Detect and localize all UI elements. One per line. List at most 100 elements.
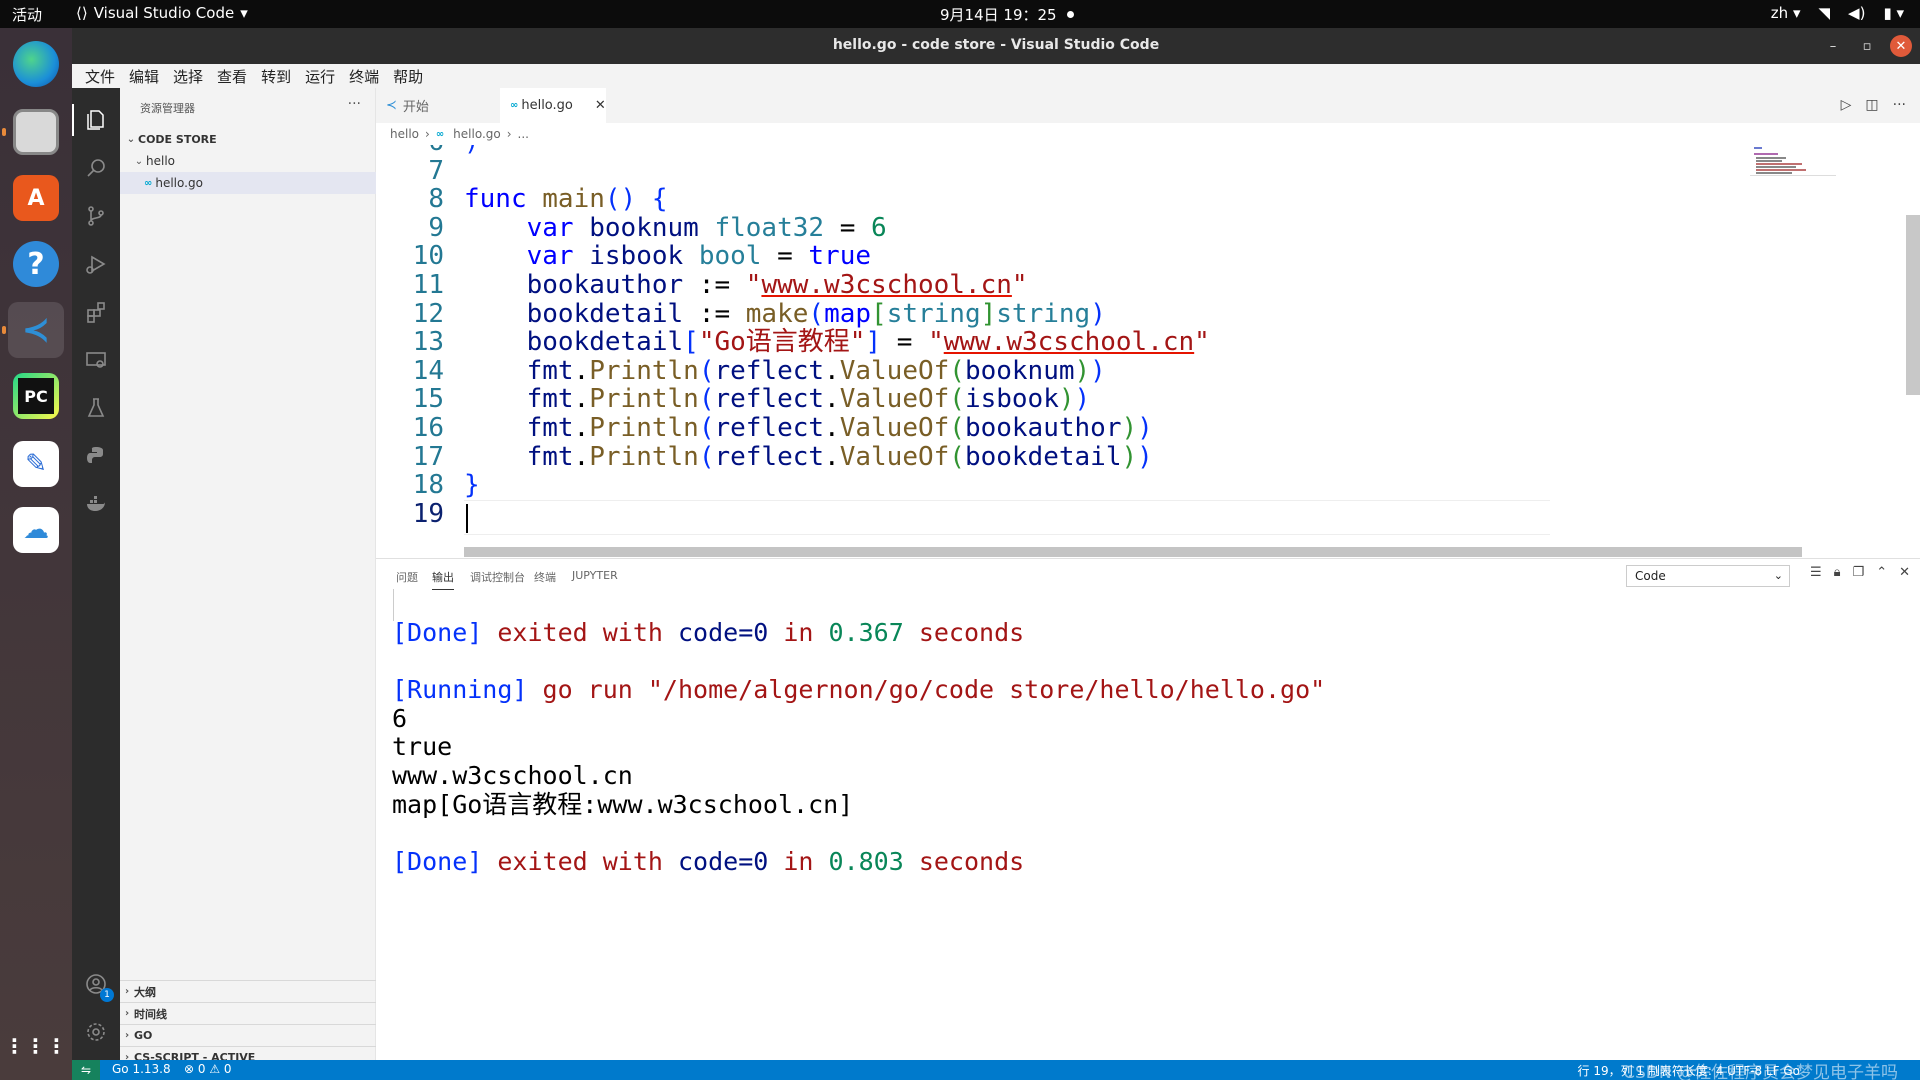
output-token: map[Go语言教程:www.w3cschool.cn]	[392, 789, 854, 819]
output-line: true	[392, 733, 452, 761]
problems-count[interactable]: ⊗ 0 ⚠ 0	[184, 1062, 232, 1076]
lock-scroll-icon[interactable]: 🔒︎	[1834, 565, 1841, 580]
outline-section[interactable]: › 大纲	[120, 980, 376, 1002]
show-apps-button[interactable]: ⋮⋮⋮	[5, 1018, 67, 1074]
tab-start[interactable]: ≺ 开始	[376, 88, 500, 123]
tab-problems[interactable]: 问题	[396, 569, 418, 585]
tab-debug-console[interactable]: 调试控制台	[470, 569, 525, 585]
python-button[interactable]	[80, 440, 112, 472]
code-token: =	[761, 241, 809, 272]
code-token: (	[698, 441, 715, 472]
app-menu-label: Visual Studio Code	[93, 4, 235, 22]
testing-button[interactable]	[80, 392, 112, 424]
close-panel-icon[interactable]: ✕	[1899, 565, 1910, 580]
dock-app-baidu-netdisk[interactable]: ☁	[8, 502, 64, 558]
volume-icon[interactable]: ◀)	[1848, 4, 1865, 22]
output-channel-value: Code	[1635, 569, 1666, 583]
source-control-button[interactable]	[80, 200, 112, 232]
output-channel-select[interactable]: Code ⌄	[1626, 565, 1790, 587]
menu-go[interactable]: 转到	[254, 66, 298, 87]
bottom-panel: 问题 输出 调试控制台 终端 JUPYTER Code ⌄ ☰ 🔒︎ ❐ ⌃ ✕…	[376, 558, 1920, 1060]
clear-output-icon[interactable]: ☰	[1810, 565, 1822, 580]
remote-indicator-icon[interactable]: ⇋	[72, 1060, 100, 1080]
folder-hello[interactable]: ⌄ hello	[120, 150, 376, 172]
workspace-folder-label: CODE STORE	[138, 132, 217, 146]
breadcrumb: hello › ∞ hello.go › ...	[376, 123, 1920, 145]
breadcrumb-file[interactable]: hello.go	[453, 127, 501, 141]
notification-dot-icon	[1066, 11, 1074, 18]
dock-app-files[interactable]	[2, 104, 64, 160]
extensions-icon	[87, 302, 105, 323]
run-debug-button[interactable]	[80, 248, 112, 280]
breadcrumb-symbol[interactable]: ...	[518, 127, 529, 141]
maximize-button[interactable]: ▫	[1856, 35, 1878, 57]
code-token: .	[824, 355, 840, 386]
editor-horizontal-scrollbar[interactable]	[464, 547, 1802, 557]
minimize-button[interactable]: –	[1822, 35, 1844, 57]
menu-selection[interactable]: 选择	[166, 66, 210, 87]
dock-app-edge[interactable]	[8, 36, 64, 92]
remote-explorer-button[interactable]	[80, 344, 112, 376]
code-token: .	[573, 384, 590, 415]
editor-vertical-scrollbar[interactable]	[1906, 215, 1920, 395]
open-in-editor-icon[interactable]: ❐	[1853, 565, 1865, 580]
dock-app-help[interactable]: ?	[8, 236, 64, 292]
tab-jupyter[interactable]: JUPYTER	[572, 569, 618, 582]
workspace-folder[interactable]: ⌄ CODE STORE	[120, 128, 376, 150]
go-version[interactable]: Go 1.13.8	[112, 1062, 171, 1076]
minimap[interactable]	[1750, 145, 1836, 185]
tab-terminal[interactable]: 终端	[534, 569, 556, 585]
search-button[interactable]	[80, 152, 112, 184]
more-actions-icon[interactable]: ···	[1893, 97, 1906, 113]
close-tab-icon[interactable]: ✕	[595, 98, 606, 113]
extensions-button[interactable]	[80, 296, 112, 328]
clock[interactable]: 9月14日 19：25	[940, 4, 1074, 25]
timeline-section[interactable]: › 时间线	[120, 1002, 376, 1024]
dock-app-software[interactable]: A	[8, 170, 64, 226]
output-token: code=0	[677, 618, 769, 647]
breadcrumb-folder[interactable]: hello	[390, 127, 419, 141]
close-window-button[interactable]: ✕	[1890, 35, 1912, 57]
explorer-button[interactable]	[72, 104, 112, 136]
code-token: .	[573, 413, 590, 443]
code-line[interactable]: 19	[376, 497, 1876, 532]
run-code-icon[interactable]: ▷	[1841, 97, 1852, 113]
accounts-button[interactable]: 1	[80, 968, 114, 1002]
code-token: )	[1137, 441, 1153, 472]
wifi-icon[interactable]: ◥	[1819, 4, 1831, 22]
menu-run[interactable]: 运行	[298, 66, 342, 87]
output-token: www.w3cschool.cn	[392, 761, 633, 790]
menu-file[interactable]: 文件	[78, 66, 122, 87]
dock-app-text-editor[interactable]: ✎	[8, 436, 64, 492]
more-actions-icon[interactable]: ···	[348, 96, 361, 112]
menu-view[interactable]: 查看	[210, 66, 254, 87]
go-section[interactable]: › GO	[120, 1024, 376, 1046]
window-controls: – ▫ ✕	[1822, 35, 1912, 57]
battery-icon[interactable]: ▮ ▾	[1883, 4, 1904, 22]
docker-button[interactable]	[80, 488, 112, 520]
gnome-top-bar: 活动 ⟨⟩ Visual Studio Code ▾ 9月14日 19：25 z…	[0, 0, 1920, 28]
maximize-panel-icon[interactable]: ⌃	[1876, 565, 1887, 580]
manage-button[interactable]	[80, 1016, 112, 1048]
code-token: Println	[589, 355, 699, 386]
app-grid-label: ⋮⋮⋮	[4, 1034, 68, 1058]
title-bar[interactable]: hello.go - code store - Visual Studio Co…	[72, 28, 1920, 64]
chevron-right-icon: ›	[506, 127, 512, 141]
menu-edit[interactable]: 编辑	[122, 66, 166, 87]
code-token: :=	[683, 298, 746, 329]
menu-help[interactable]: 帮助	[386, 66, 430, 87]
file-hello-go[interactable]: ∞ hello.go	[120, 172, 376, 194]
chevron-right-icon: ›	[124, 986, 130, 997]
split-editor-icon[interactable]: ◫	[1865, 97, 1878, 113]
system-tray[interactable]: zh ▾ ◥ ◀) ▮ ▾	[1771, 4, 1904, 22]
outline-section-label: 大纲	[134, 985, 156, 999]
tab-hello-go[interactable]: ∞ hello.go ✕	[500, 88, 606, 123]
input-method[interactable]: zh ▾	[1771, 4, 1801, 22]
menu-terminal[interactable]: 终端	[342, 66, 386, 87]
tab-output[interactable]: 输出	[432, 569, 454, 590]
dock-app-pycharm[interactable]: PC	[8, 368, 64, 424]
activities-button[interactable]: 活动	[12, 4, 42, 25]
app-menu[interactable]: ⟨⟩ Visual Studio Code ▾	[76, 4, 248, 22]
dock-app-vscode[interactable]: ≺	[2, 302, 64, 358]
code-editor[interactable]: 6)78func main() {9 var booknum float32 =…	[376, 145, 1920, 545]
